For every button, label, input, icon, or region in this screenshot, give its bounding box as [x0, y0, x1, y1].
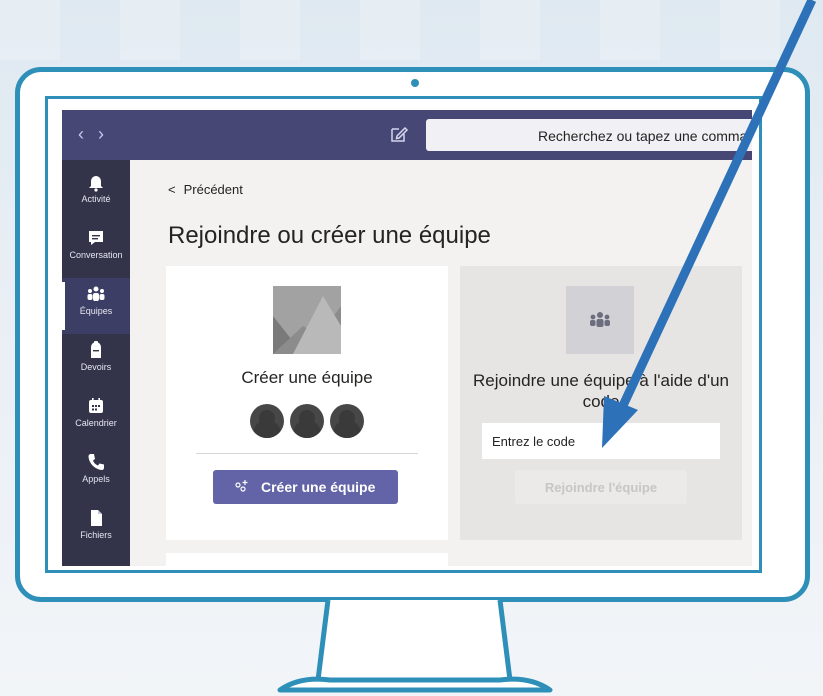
annotation-arrow [602, 0, 817, 448]
